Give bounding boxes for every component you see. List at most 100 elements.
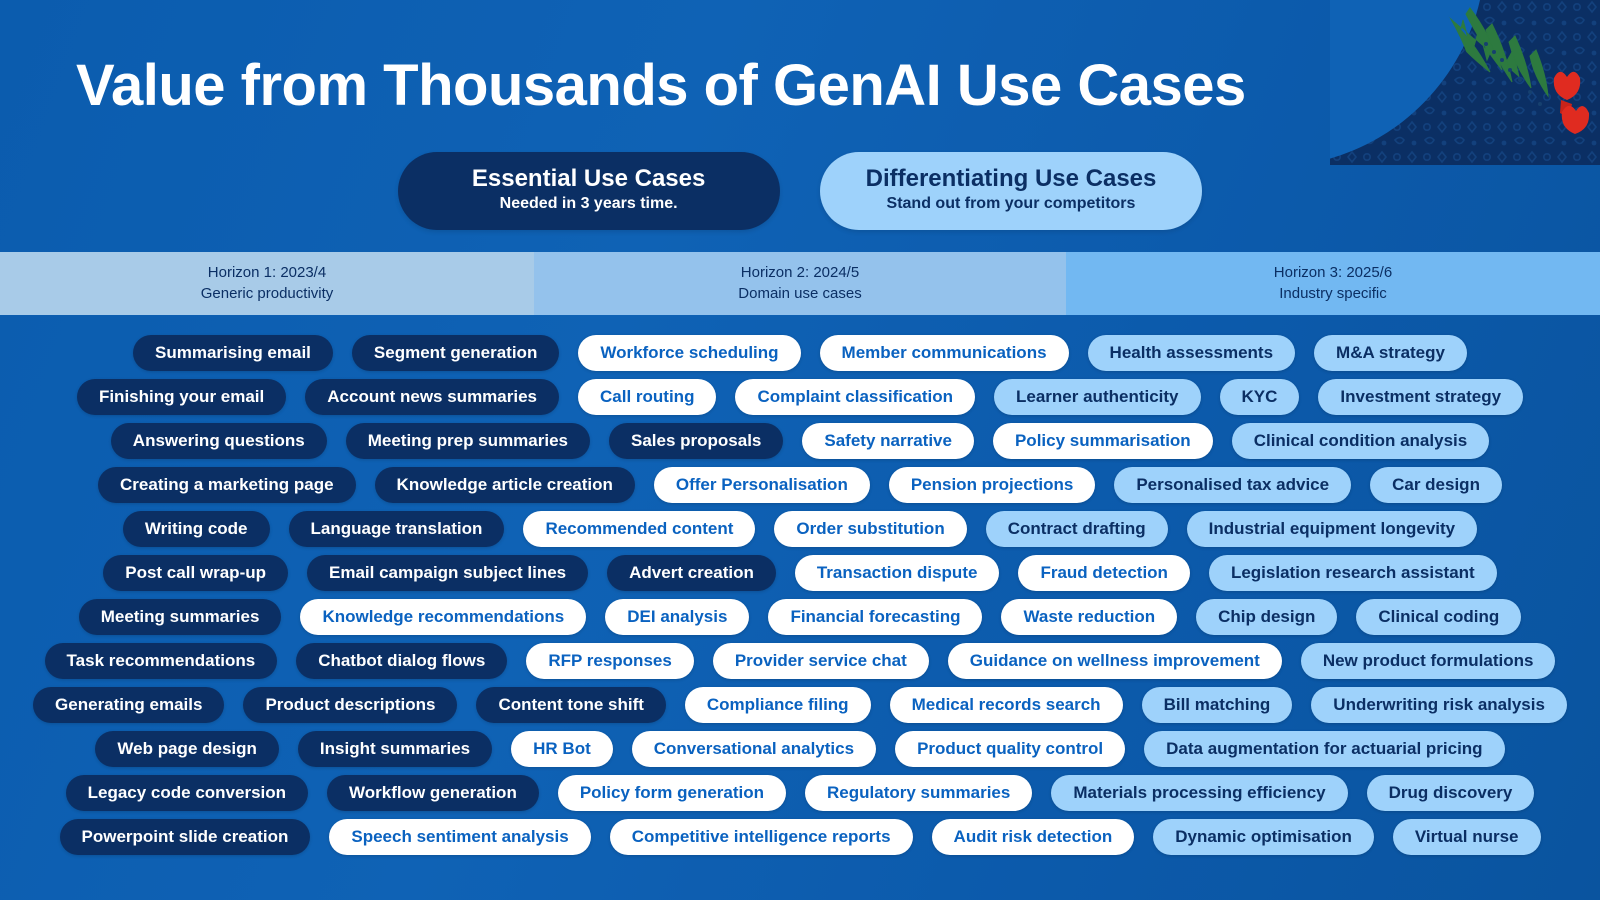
use-case-pill[interactable]: Finishing your email [76,379,287,415]
use-case-pill[interactable]: Creating a marketing page [98,467,356,503]
use-case-pill[interactable]: Sales proposals [609,423,784,459]
use-case-pill[interactable]: Offer Personalisation [653,467,870,503]
use-case-pill[interactable]: Investment strategy [1318,379,1524,415]
use-case-pill[interactable]: Compliance filing [684,687,871,723]
use-case-pill[interactable]: Financial forecasting [768,599,983,635]
header: Value from Thousands of GenAI Use Cases … [0,0,1600,252]
use-case-pill[interactable]: Audit risk detection [931,819,1135,855]
use-case-pill[interactable]: Fraud detection [1018,555,1190,591]
use-case-pill[interactable]: Speech sentiment analysis [329,819,591,855]
use-case-pill[interactable]: RFP responses [526,643,694,679]
use-case-pill[interactable]: Account news summaries [305,379,560,415]
use-case-pill[interactable]: Medical records search [889,687,1123,723]
use-case-pill[interactable]: Web page design [95,731,279,767]
use-case-row: Meeting summaries Knowledge recommendatio… [0,595,1600,639]
use-case-pill[interactable]: Segment generation [351,335,560,371]
use-case-pill[interactable]: Member communications [819,335,1069,371]
use-case-pill[interactable]: Policy summarisation [992,423,1213,459]
use-case-pill[interactable]: Meeting prep summaries [345,423,590,459]
use-case-pill[interactable]: Writing code [122,511,270,547]
use-case-pill[interactable]: Provider service chat [712,643,929,679]
page-title: Value from Thousands of GenAI Use Cases [76,53,1246,118]
use-case-pill[interactable]: Learner authenticity [994,379,1201,415]
legend-essential-subtitle: Needed in 3 years time. [499,195,678,213]
horizon-3[interactable]: Horizon 3: 2025/6 Industry specific [1066,252,1600,315]
use-case-row: Legacy code conversion Workflow generatio… [0,771,1600,815]
horizon-1[interactable]: Horizon 1: 2023/4 Generic productivity [0,252,534,315]
use-case-pill[interactable]: Product quality control [895,731,1126,767]
use-case-pill[interactable]: Dynamic optimisation [1153,819,1374,855]
use-case-pill[interactable]: Materials processing efficiency [1051,775,1348,811]
use-case-pill[interactable]: Guidance on wellness improvement [947,643,1282,679]
use-case-pill[interactable]: New product formulations [1300,643,1556,679]
use-case-pill[interactable]: Workforce scheduling [578,335,801,371]
use-case-pill[interactable]: Knowledge recommendations [300,599,587,635]
use-case-row: Task recommendations Chatbot dialog flows… [0,639,1600,683]
use-case-pill[interactable]: Order substitution [774,511,967,547]
use-case-pill[interactable]: Post call wrap-up [103,555,288,591]
use-case-pill[interactable]: Contract drafting [985,511,1168,547]
use-case-pill[interactable]: Legacy code conversion [65,775,309,811]
use-case-pill[interactable]: Drug discovery [1366,775,1535,811]
use-case-row: Answering questions Meeting prep summarie… [0,419,1600,463]
use-case-pill[interactable]: Data augmentation for actuarial pricing [1144,731,1505,767]
use-case-pill[interactable]: Clinical coding [1356,599,1522,635]
use-case-pill[interactable]: Underwriting risk analysis [1311,687,1567,723]
use-case-pill[interactable]: Legislation research assistant [1208,555,1497,591]
use-case-pill[interactable]: Car design [1370,467,1502,503]
use-case-pill[interactable]: Advert creation [607,555,776,591]
use-case-pill[interactable]: Pension projections [888,467,1096,503]
horizon-3-theme: Industry specific [1279,284,1387,302]
use-case-pill[interactable]: Waste reduction [1001,599,1178,635]
use-case-pill[interactable]: Regulatory summaries [805,775,1033,811]
use-case-pill[interactable]: Language translation [288,511,505,547]
use-case-pill[interactable]: M&A strategy [1314,335,1467,371]
use-case-pill[interactable]: Personalised tax advice [1114,467,1352,503]
horizon-2-period: Horizon 2: 2024/5 [740,264,860,282]
use-case-pill[interactable]: Knowledge article creation [374,467,635,503]
use-case-pill[interactable]: Meeting summaries [78,599,282,635]
use-case-pill[interactable]: Content tone shift [476,687,666,723]
use-case-pill[interactable]: Transaction dispute [794,555,1000,591]
horizon-3-period: Horizon 3: 2025/6 [1273,264,1393,282]
use-case-pill[interactable]: Complaint classification [735,379,976,415]
use-case-pill[interactable]: Insight summaries [297,731,493,767]
use-case-pill[interactable]: Competitive intelligence reports [609,819,913,855]
use-case-pill[interactable]: Clinical condition analysis [1231,423,1490,459]
use-case-row: Creating a marketing page Knowledge artic… [0,463,1600,507]
use-case-pill[interactable]: Policy form generation [557,775,787,811]
use-case-pill[interactable]: Conversational analytics [631,731,877,767]
use-case-row: Summarising email Segment generation Workf… [0,331,1600,375]
use-case-pill[interactable]: Safety narrative [802,423,974,459]
use-case-pill[interactable]: Call routing [578,379,717,415]
use-case-pill[interactable]: Virtual nurse [1392,819,1541,855]
use-case-row: Web page design Insight summaries HR Bot Co… [0,727,1600,771]
use-case-pill[interactable]: Answering questions [110,423,327,459]
use-case-pill[interactable]: DEI analysis [605,599,750,635]
use-case-pill[interactable]: Product descriptions [243,687,458,723]
use-case-pill[interactable]: Task recommendations [44,643,278,679]
horizon-1-theme: Generic productivity [200,284,334,302]
legend-essential-use-cases[interactable]: Essential Use Cases Needed in 3 years ti… [397,152,780,231]
use-case-row: Powerpoint slide creation Speech sentimen… [0,815,1600,859]
use-case-pill[interactable]: HR Bot [511,731,613,767]
use-case-pill[interactable]: Chatbot dialog flows [296,643,508,679]
use-case-pill[interactable]: Workflow generation [327,775,539,811]
horizon-2[interactable]: Horizon 2: 2024/5 Domain use cases [534,252,1066,315]
use-case-row: Generating emails Product descriptions Con… [0,683,1600,727]
use-case-pill[interactable]: Recommended content [523,511,756,547]
legend-differentiating-use-cases[interactable]: Differentiating Use Cases Stand out from… [819,152,1203,231]
use-case-pill[interactable]: Summarising email [133,335,333,371]
use-case-pill[interactable]: Chip design [1196,599,1338,635]
legend-essential-title: Essential Use Cases [471,165,706,192]
use-case-pill[interactable]: KYC [1219,379,1300,415]
use-case-pill[interactable]: Health assessments [1087,335,1296,371]
use-case-pill[interactable]: Powerpoint slide creation [59,819,311,855]
use-case-pill[interactable]: Bill matching [1141,687,1293,723]
use-case-pill[interactable]: Industrial equipment longevity [1186,511,1478,547]
horizon-2-theme: Domain use cases [738,284,862,302]
use-case-pill[interactable]: Generating emails [33,687,225,723]
slide-canvas: Value from Thousands of GenAI Use Cases … [0,0,1600,900]
use-case-pill[interactable]: Email campaign subject lines [307,555,589,591]
legend-differentiating-title: Differentiating Use Cases [865,165,1157,192]
